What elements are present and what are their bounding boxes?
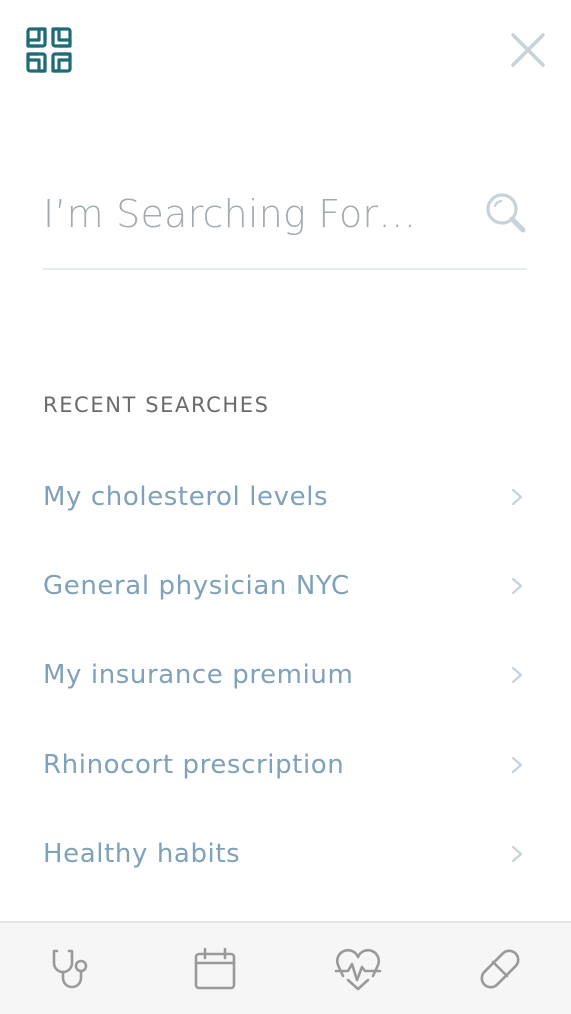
chevron-right-icon	[511, 488, 523, 505]
search-screen: RECENT SEARCHES My cholesterol levels Ge…	[0, 0, 571, 1014]
tab-doctors[interactable]	[49, 945, 97, 993]
chevron-right-icon	[511, 577, 523, 595]
close-icon	[511, 33, 545, 67]
search-bar	[43, 170, 527, 270]
bottom-tab-bar	[0, 921, 571, 1014]
recent-search-label: Rhinocort prescription	[43, 749, 345, 780]
tab-health[interactable]	[334, 945, 382, 993]
recent-search-label: Healthy habits	[43, 839, 241, 870]
stethoscope-icon	[52, 949, 88, 989]
chevron-right-icon	[511, 846, 523, 863]
recent-searches-list: My cholesterol levels General physician …	[43, 452, 527, 899]
recent-search-item[interactable]: My cholesterol levels	[43, 452, 527, 541]
tab-calendar[interactable]	[191, 945, 239, 993]
recent-searches-title: RECENT SEARCHES	[43, 393, 270, 417]
recent-search-item[interactable]: Healthy habits	[43, 810, 527, 899]
recent-search-label: General physician NYC	[43, 571, 350, 602]
chevron-right-icon	[511, 756, 523, 773]
calendar-icon	[194, 947, 236, 990]
recent-search-item[interactable]: Rhinocort prescription	[43, 720, 527, 809]
recent-search-label: My insurance premium	[43, 660, 354, 691]
tab-medications[interactable]	[476, 945, 524, 993]
recent-search-item[interactable]: General physician NYC	[43, 541, 527, 630]
recent-search-label: My cholesterol levels	[43, 481, 329, 512]
chevron-right-icon	[511, 667, 523, 684]
close-button[interactable]	[508, 30, 548, 70]
pill-icon	[480, 949, 520, 989]
recent-search-item[interactable]: My insurance premium	[43, 631, 527, 720]
cross-grid-logo-icon	[25, 26, 73, 74]
search-icon[interactable]	[485, 192, 527, 234]
heart-pulse-icon	[334, 948, 382, 991]
search-input[interactable]	[43, 184, 473, 244]
